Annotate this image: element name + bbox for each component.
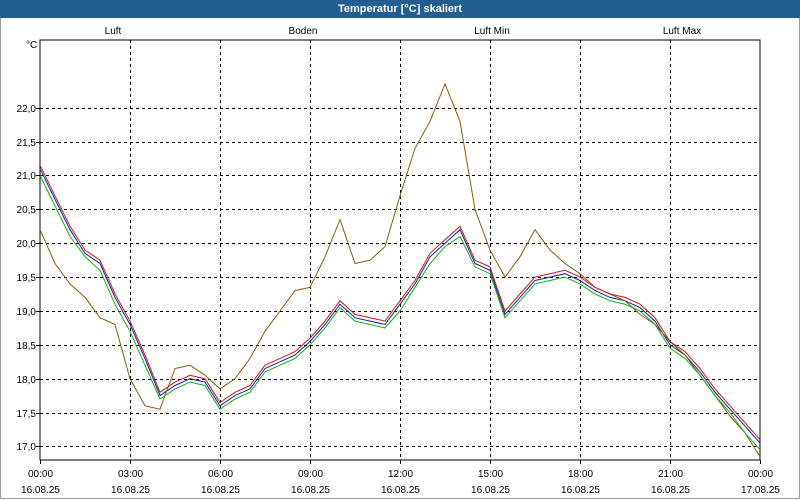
x-tick-label-time: 03:00 — [118, 469, 143, 480]
legend-luft-max: Luft Max — [663, 26, 701, 37]
legend-boden: Boden — [289, 26, 318, 37]
x-tick-label-time: 09:00 — [298, 469, 323, 480]
y-tick-label: 22,0 — [17, 104, 37, 115]
x-tick-label-time: 00:00 — [28, 469, 53, 480]
x-tick-label-date: 17.08.25 — [741, 485, 780, 496]
y-tick-label: 19,5 — [17, 273, 37, 284]
temperature-chart: 17,0 17,5 18,0 18,5 19,0 19,5 20,0 20,5 21,0 21,5… — [17, 26, 781, 496]
x-tick-label-date: 16.08.25 — [21, 485, 60, 496]
x-tick-label-date: 16.08.25 — [651, 485, 690, 496]
y-axis-unit: °C — [26, 40, 37, 51]
x-tick-label-time: 18:00 — [568, 469, 593, 480]
x-tick-label-date: 16.08.25 — [111, 485, 150, 496]
y-tick-label: 20,5 — [17, 205, 37, 216]
x-tick-label-date: 16.08.25 — [201, 485, 240, 496]
y-tick-label: 21,0 — [17, 171, 37, 182]
y-tick-label: 18,5 — [17, 341, 37, 352]
y-tick-label: 20,0 — [17, 239, 37, 250]
y-tick-label: 17,0 — [17, 442, 37, 453]
legend-luft: Luft — [105, 26, 122, 37]
x-tick-label-date: 16.08.25 — [471, 485, 510, 496]
y-tick-label: 19,0 — [17, 307, 37, 318]
x-tick-label-time: 06:00 — [208, 469, 233, 480]
x-tick-label-date: 16.08.25 — [291, 485, 330, 496]
legend-luft-min: Luft Min — [474, 26, 510, 37]
y-tick-label: 17,5 — [17, 409, 37, 420]
x-tick-label-date: 16.08.25 — [381, 485, 420, 496]
x-tick-label-time: 21:00 — [658, 469, 683, 480]
y-tick-label: 21,5 — [17, 138, 37, 149]
x-tick-label-time: 15:00 — [478, 469, 503, 480]
x-tick-label-time: 12:00 — [388, 469, 413, 480]
y-tick-label: 18,0 — [17, 375, 37, 386]
x-tick-label-date: 16.08.25 — [561, 485, 600, 496]
x-tick-label-time: 00:00 — [748, 469, 773, 480]
